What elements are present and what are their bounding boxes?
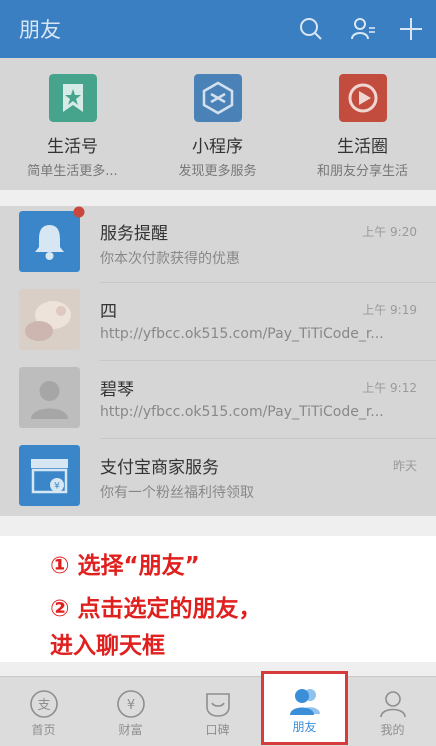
- message-preview: 你有一个粉丝福利待领取: [100, 485, 254, 501]
- svg-text:支: 支: [37, 698, 50, 713]
- quick-action-mini-program[interactable]: 小程序 发现更多服务: [145, 74, 290, 179]
- bookmark-star-icon: [48, 74, 97, 122]
- tab-friends[interactable]: 朋友: [261, 671, 348, 745]
- tab-label: 朋友: [292, 720, 317, 734]
- quick-action-sub: 发现更多服务: [178, 164, 257, 179]
- instruction-step-2-cont: 进入聊天框: [50, 633, 165, 659]
- profile-icon: [379, 691, 406, 718]
- divider: [100, 438, 436, 439]
- instruction-step-1: ① 选择“朋友”: [50, 553, 200, 579]
- tab-label: 口碑: [205, 723, 230, 737]
- list-item[interactable]: 服务提醒 你本次付款获得的优惠 上午 9:20: [0, 206, 436, 283]
- quick-action-life-circle[interactable]: 生活圈 和朋友分享生活: [290, 74, 435, 179]
- message-name: 四: [100, 302, 117, 322]
- tab-label: 我的: [380, 723, 405, 737]
- page-title: 朋友: [19, 18, 61, 42]
- quick-action-life-account[interactable]: 生活号 简单生活更多...: [0, 74, 145, 179]
- message-name: 碧琴: [100, 380, 134, 400]
- home-icon: 支: [29, 690, 58, 718]
- divider: [100, 282, 436, 283]
- message-time: 上午 9:19: [362, 303, 417, 317]
- tab-bar: 支 首页 ¥ 财富 口碑 朋友 我的: [0, 671, 436, 746]
- tab-koubei[interactable]: 口碑: [174, 677, 261, 746]
- quick-actions: 生活号 简单生活更多... 小程序 发现更多服务 生活圈 和朋友分享生活: [0, 58, 436, 190]
- mini-program-icon: [193, 74, 242, 122]
- search-icon[interactable]: [298, 16, 324, 42]
- list-item[interactable]: 四 http://yfbcc.ok515.com/Pay_TiTiCode_r.…: [0, 284, 436, 361]
- message-time: 上午 9:12: [362, 381, 417, 395]
- message-time: 昨天: [392, 459, 417, 473]
- message-time: 上午 9:20: [362, 225, 417, 239]
- message-name: 支付宝商家服务: [100, 458, 219, 478]
- quick-action-sub: 简单生活更多...: [27, 164, 118, 179]
- friends-icon: [289, 689, 320, 715]
- message-name: 服务提醒: [100, 224, 168, 244]
- tab-mine[interactable]: 我的: [349, 677, 436, 746]
- avatar: [19, 289, 80, 350]
- message-preview: http://yfbcc.ok515.com/Pay_TiTiCode_r...: [100, 404, 384, 420]
- quick-action-name: 生活圈: [337, 137, 388, 157]
- quick-action-name: 小程序: [192, 137, 243, 157]
- divider: [100, 360, 436, 361]
- tab-label: 首页: [31, 723, 56, 737]
- default-avatar-icon: [19, 367, 80, 428]
- contacts-icon[interactable]: [350, 16, 376, 42]
- add-icon[interactable]: [398, 16, 424, 42]
- bell-icon: [19, 211, 80, 272]
- quick-action-sub: 和朋友分享生活: [316, 164, 408, 179]
- wealth-icon: ¥: [116, 690, 145, 718]
- message-preview: http://yfbcc.ok515.com/Pay_TiTiCode_r...: [100, 326, 384, 342]
- instruction-step-2: ② 点击选定的朋友，: [50, 596, 262, 622]
- svg-text:¥: ¥: [54, 482, 60, 492]
- top-bar: 朋友: [0, 0, 436, 58]
- tab-home[interactable]: 支 首页: [0, 677, 87, 746]
- tab-wealth[interactable]: ¥ 财富: [87, 677, 174, 746]
- koubei-icon: [205, 693, 230, 717]
- instruction-overlay: ① 选择“朋友” ② 点击选定的朋友， 进入聊天框: [0, 536, 436, 662]
- message-preview: 你本次付款获得的优惠: [100, 251, 240, 267]
- unread-dot: [73, 206, 85, 218]
- list-item[interactable]: ¥ 支付宝商家服务 你有一个粉丝福利待领取 昨天: [0, 440, 436, 517]
- play-circle-icon: [338, 74, 387, 122]
- tab-label: 财富: [118, 723, 143, 737]
- list-item[interactable]: 碧琴 http://yfbcc.ok515.com/Pay_TiTiCode_r…: [0, 362, 436, 439]
- store-icon: ¥: [19, 445, 80, 506]
- message-list: 服务提醒 你本次付款获得的优惠 上午 9:20 四 http://yfbcc.o…: [0, 206, 436, 516]
- svg-text:¥: ¥: [126, 698, 134, 713]
- quick-action-name: 生活号: [47, 137, 98, 157]
